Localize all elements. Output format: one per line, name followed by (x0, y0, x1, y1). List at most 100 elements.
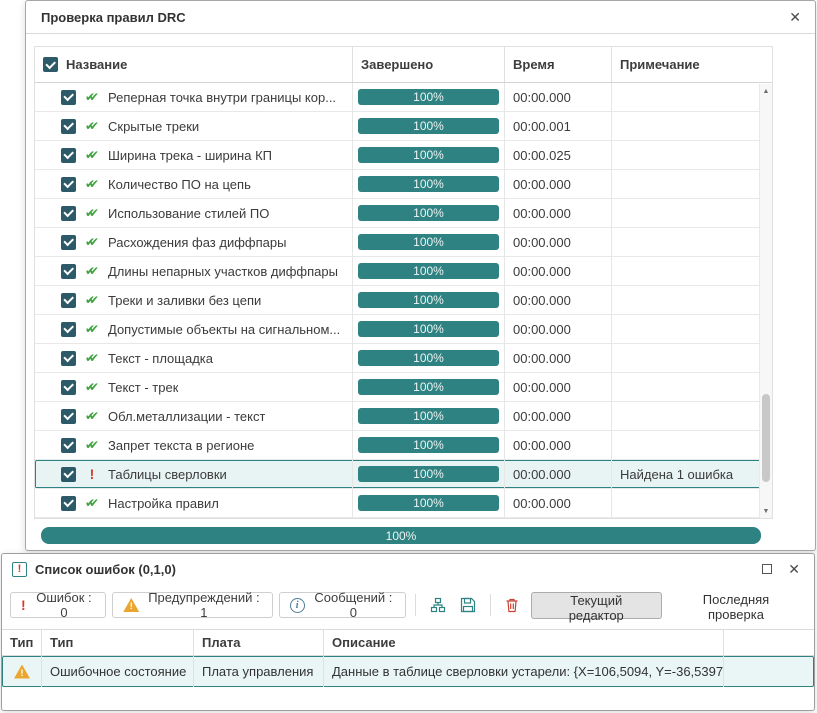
drc-rule-row[interactable]: ✔✔ Использование стилей ПО 100% 00:00.00… (35, 199, 772, 228)
drc-rule-row[interactable]: ✔✔ Ширина трека - ширина КП 100% 00:00.0… (35, 141, 772, 170)
column-header-name[interactable]: Название (35, 47, 353, 82)
rule-progress-label: 100% (413, 90, 444, 104)
rule-time: 00:00.000 (505, 257, 612, 285)
rule-progress-bar: 100% (358, 147, 499, 163)
drc-rule-row[interactable]: ✔✔ Скрытые треки 100% 00:00.001 (35, 112, 772, 141)
column-header-name-label: Название (66, 57, 127, 72)
rule-progress-label: 100% (413, 235, 444, 249)
rule-note (612, 373, 772, 401)
floppy-icon (460, 597, 476, 613)
current-editor-button[interactable]: Текущий редактор (531, 592, 662, 619)
rule-note (612, 286, 772, 314)
rule-name-cell: ✔✔ Настройка правил (35, 489, 353, 517)
column-header-type[interactable]: Тип (42, 630, 194, 655)
rule-name: Текст - трек (108, 380, 178, 395)
select-all-checkbox[interactable] (43, 57, 58, 72)
last-check-button[interactable]: Последняя проверка (668, 592, 806, 619)
error-row[interactable]: ! Ошибочное состояние Плата управления Д… (2, 656, 814, 687)
rule-checkbox[interactable] (61, 322, 76, 337)
rule-name-cell: ✔✔ Длины непарных участков диффпары (35, 257, 353, 285)
vertical-scrollbar[interactable]: ▲ ▼ (759, 84, 772, 518)
drc-rule-row[interactable]: ✔✔ Текст - площадка 100% 00:00.000 (35, 344, 772, 373)
rule-name-cell: ✔✔ Реперная точка внутри границы кор... (35, 83, 353, 111)
rule-note (612, 402, 772, 430)
rule-checkbox[interactable] (61, 119, 76, 134)
rule-checkbox[interactable] (61, 177, 76, 192)
rule-checkbox[interactable] (61, 351, 76, 366)
drc-rule-row[interactable]: ✔✔ Запрет текста в регионе 100% 00:00.00… (35, 431, 772, 460)
column-header-description[interactable]: Описание (324, 630, 724, 655)
error-table-header: Тип Тип Плата Описание (2, 629, 814, 656)
messages-count-button[interactable]: i Сообщений : 0 (279, 592, 407, 618)
rule-progress-cell: 100% (353, 373, 505, 401)
rule-checkbox[interactable] (61, 90, 76, 105)
drc-rule-row[interactable]: ! Таблицы сверловки 100% 00:00.000 Найде… (35, 460, 772, 489)
drc-rule-row[interactable]: ✔✔ Расхождения фаз диффпары 100% 00:00.0… (35, 228, 772, 257)
warnings-count-label: Предупреждений : 1 (146, 590, 261, 620)
messages-count-label: Сообщений : 0 (312, 590, 396, 620)
drc-titlebar: Проверка правил DRC ✕ (26, 1, 815, 34)
scrollbar-track[interactable] (760, 98, 772, 504)
rule-status-icon: ✔✔ (82, 236, 102, 248)
drc-rule-row[interactable]: ✔✔ Настройка правил 100% 00:00.000 (35, 489, 772, 518)
rule-note (612, 83, 772, 111)
scrollbar-thumb[interactable] (762, 394, 770, 482)
rule-checkbox[interactable] (61, 148, 76, 163)
column-header-completed[interactable]: Завершено (353, 47, 505, 82)
rule-checkbox[interactable] (61, 206, 76, 221)
rule-time: 00:00.000 (505, 431, 612, 459)
rule-progress-bar: 100% (358, 321, 499, 337)
rule-checkbox[interactable] (61, 409, 76, 424)
rule-checkbox[interactable] (61, 235, 76, 250)
error-board: Плата управления (194, 656, 324, 687)
scroll-up-arrow[interactable]: ▲ (760, 84, 772, 98)
drc-rule-row[interactable]: ✔✔ Треки и заливки без цепи 100% 00:00.0… (35, 286, 772, 315)
scroll-down-arrow[interactable]: ▼ (760, 504, 772, 518)
rule-progress-label: 100% (413, 119, 444, 133)
drc-rule-row[interactable]: ✔✔ Допустимые объекты на сигнальном... 1… (35, 315, 772, 344)
rule-checkbox[interactable] (61, 293, 76, 308)
drc-rule-row[interactable]: ✔✔ Длины непарных участков диффпары 100%… (35, 257, 772, 286)
rule-note (612, 112, 772, 140)
column-header-board[interactable]: Плата (194, 630, 324, 655)
column-header-time[interactable]: Время (505, 47, 612, 82)
delete-button[interactable] (500, 592, 525, 618)
save-button[interactable] (456, 592, 481, 618)
rule-progress-cell: 100% (353, 460, 505, 488)
column-header-severity[interactable]: Тип (2, 630, 42, 655)
rule-checkbox[interactable] (61, 264, 76, 279)
rule-progress-cell: 100% (353, 431, 505, 459)
rule-checkbox[interactable] (61, 467, 76, 482)
overall-progress-label: 100% (386, 529, 417, 543)
close-icon[interactable]: ✕ (788, 562, 800, 576)
maximize-icon[interactable] (762, 564, 772, 574)
rule-progress-cell: 100% (353, 489, 505, 517)
drc-rule-row[interactable]: ✔✔ Реперная точка внутри границы кор... … (35, 83, 772, 112)
errors-count-button[interactable]: ! Ошибок : 0 (10, 592, 106, 618)
rule-name-cell: ✔✔ Расхождения фаз диффпары (35, 228, 353, 256)
drc-rule-row[interactable]: ✔✔ Текст - трек 100% 00:00.000 (35, 373, 772, 402)
rule-checkbox[interactable] (61, 380, 76, 395)
rule-checkbox[interactable] (61, 496, 76, 511)
rule-status-icon: ✔✔ (82, 352, 102, 364)
rule-note (612, 170, 772, 198)
rule-status-icon: ✔✔ (82, 207, 102, 219)
rule-status-icon: ✔✔ (82, 265, 102, 277)
rule-name: Обл.металлизации - текст (108, 409, 265, 424)
rule-note (612, 257, 772, 285)
column-header-note[interactable]: Примечание (612, 47, 772, 82)
warnings-count-button[interactable]: ! Предупреждений : 1 (112, 592, 272, 618)
rule-checkbox[interactable] (61, 438, 76, 453)
error-type: Ошибочное состояние (42, 656, 194, 687)
close-icon[interactable]: ✕ (789, 10, 801, 24)
rule-progress-label: 100% (413, 496, 444, 510)
rule-progress-label: 100% (413, 293, 444, 307)
rule-name: Треки и заливки без цепи (108, 293, 261, 308)
error-list-titlebar: ! Список ошибок (0,1,0) ✕ (2, 554, 814, 584)
error-description-cell: Данные в таблице сверловки устарели: {X=… (324, 656, 724, 687)
rule-progress-cell: 100% (353, 170, 505, 198)
drc-rule-row[interactable]: ✔✔ Количество ПО на цепь 100% 00:00.000 (35, 170, 772, 199)
group-by-button[interactable] (425, 592, 450, 618)
error-description: Данные в таблице сверловки устарели: {X=… (332, 664, 723, 679)
drc-rule-row[interactable]: ✔✔ Обл.металлизации - текст 100% 00:00.0… (35, 402, 772, 431)
